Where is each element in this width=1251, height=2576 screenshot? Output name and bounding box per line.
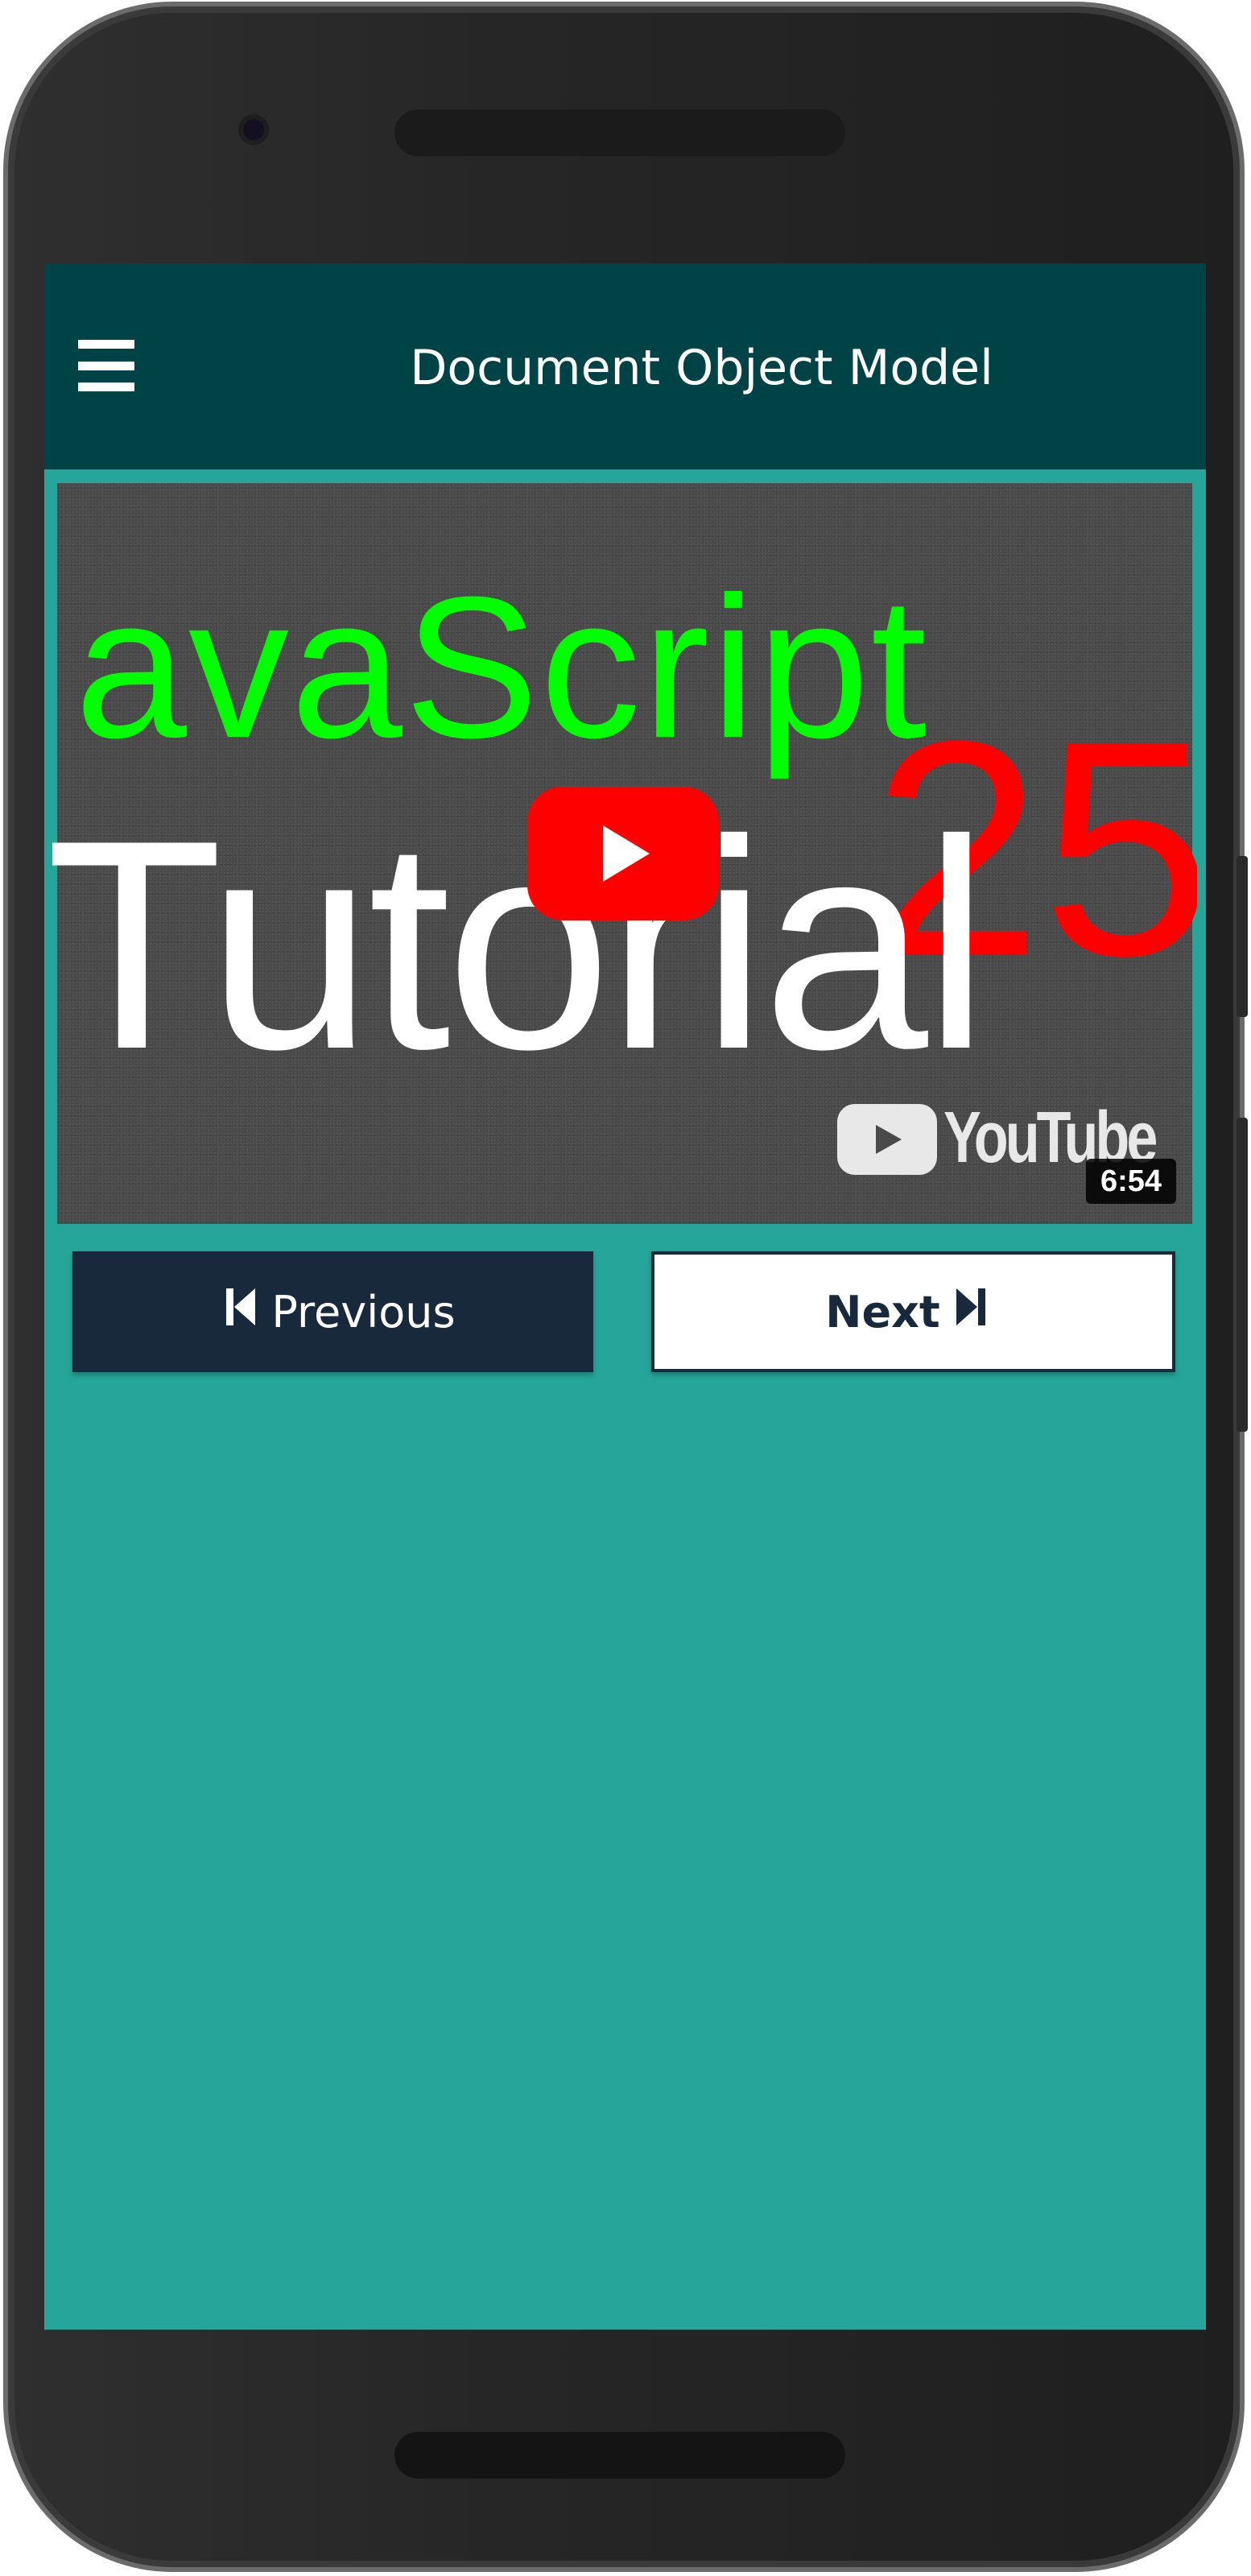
video-player[interactable]: avaScript 25 Tutorial YouTube 6:54: [52, 478, 1197, 1229]
play-icon: [603, 825, 650, 882]
hamburger-menu-icon[interactable]: [78, 340, 134, 391]
app-screen: Document Object Model avaScript 25 Tutor…: [44, 263, 1206, 2330]
video-duration-badge: 6:54: [1086, 1159, 1176, 1204]
phone-side-button-lower: [1237, 1118, 1248, 1432]
skip-next-icon: [955, 1287, 987, 1338]
thumbnail-title-line1: avaScript: [75, 555, 929, 779]
next-button[interactable]: Next: [651, 1251, 1175, 1372]
previous-button-label: Previous: [271, 1286, 456, 1338]
menu-line-middle: [78, 362, 134, 370]
skip-previous-icon: [225, 1287, 257, 1338]
youtube-play-button[interactable]: [527, 787, 719, 920]
menu-line-top: [78, 340, 134, 349]
youtube-logo-box: [837, 1104, 937, 1175]
earpiece-speaker: [394, 110, 845, 156]
front-camera: [238, 114, 269, 145]
youtube-play-icon: [876, 1125, 902, 1154]
app-bar: Document Object Model: [44, 263, 1206, 469]
page-title: Document Object Model: [410, 340, 993, 396]
menu-line-bottom: [78, 382, 134, 391]
next-button-label: Next: [825, 1286, 940, 1338]
bottom-speaker: [394, 2432, 845, 2479]
thumbnail-title-line2: Tutorial: [52, 779, 989, 1111]
previous-button[interactable]: Previous: [72, 1251, 593, 1372]
phone-side-button-upper: [1237, 856, 1248, 1017]
